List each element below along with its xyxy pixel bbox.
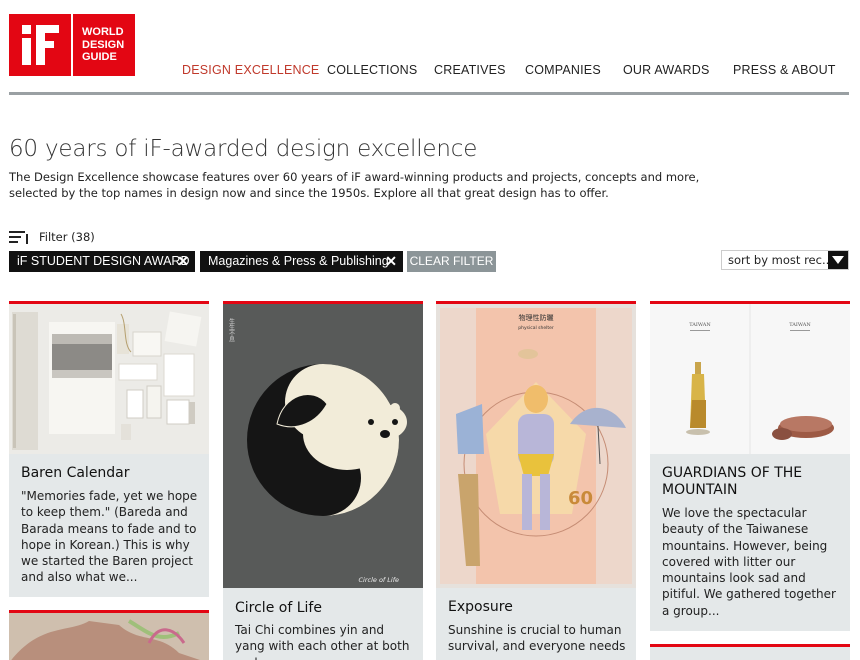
card-partial[interactable] (9, 610, 209, 660)
guardians-image: TAIWAN TAIWAN (650, 304, 850, 454)
card-image: Circle of Life 生生不息 (223, 304, 423, 588)
filter-chip-magazines-publishing[interactable]: Magazines & Press & Publishing ✕ (200, 251, 403, 272)
poster-right-label: TAIWAN (789, 322, 811, 328)
close-icon[interactable]: ✕ (177, 251, 189, 272)
logo-wordmark: WORLD DESIGN GUIDE (73, 14, 135, 76)
card-title[interactable]: Exposure (448, 599, 513, 615)
page-intro: The Design Excellence showcase features … (9, 170, 700, 200)
close-icon[interactable]: ✕ (385, 251, 397, 272)
nav-press-about[interactable]: PRESS & ABOUT (733, 63, 836, 77)
if-logo[interactable]: WORLD DESIGN GUIDE (9, 14, 135, 76)
exposure-poster: 物理性防曬 physical shelter 60 (436, 304, 636, 588)
partial-card-image (9, 613, 209, 660)
poster-left-label: TAIWAN (689, 322, 711, 328)
card-image (650, 647, 850, 660)
card-description: Tai Chi combines yin and yang with each … (235, 623, 410, 660)
header-divider (9, 92, 849, 95)
card-image (9, 613, 209, 660)
poster-vertical-text: 生生不息 (228, 317, 235, 342)
card-title[interactable]: Circle of Life (235, 600, 322, 616)
card-image (9, 304, 209, 454)
card-description: "Memories fade, yet we hope to keep them… (21, 489, 198, 585)
clear-filter-button[interactable]: CLEAR FILTER (407, 251, 496, 272)
nav-design-excellence[interactable]: DESIGN EXCELLENCE (182, 63, 319, 77)
nav-companies[interactable]: COMPANIES (525, 63, 601, 77)
card-title[interactable]: GUARDIANS OF THE MOUNTAIN (662, 465, 840, 499)
card-exposure[interactable]: 物理性防曬 physical shelter 60 Exposure Sunsh… (436, 301, 636, 660)
nav-our-awards[interactable]: OUR AWARDS (623, 63, 710, 77)
baren-calendar-image (9, 304, 209, 454)
filter-label: Filter (38) (39, 230, 95, 244)
card-description: Sunshine is crucial to human survival, a… (448, 623, 626, 660)
nav-creatives[interactable]: CREATIVES (434, 63, 506, 77)
card-circle-of-life[interactable]: Circle of Life 生生不息 Circle of Life Tai C… (223, 301, 423, 660)
page-title: 60 years of iF-awarded design excellence (9, 136, 478, 162)
sort-select[interactable]: sort by most rec... (721, 250, 849, 270)
poster-title-en: physical shelter (518, 325, 554, 331)
poster-number: 60 (568, 488, 593, 509)
nav-collections[interactable]: COLLECTIONS (327, 63, 417, 77)
poster-title-cn: 物理性防曬 (519, 313, 554, 322)
card-guardians-of-the-mountain[interactable]: TAIWAN TAIWAN GUARDIANS OF THE MOUNTAIN … (650, 301, 850, 631)
card-partial[interactable] (650, 644, 850, 660)
card-image: TAIWAN TAIWAN (650, 304, 850, 454)
card-baren-calendar[interactable]: Baren Calendar "Memories fade, yet we ho… (9, 301, 209, 597)
poster-caption: Circle of Life (358, 576, 399, 584)
chevron-down-icon[interactable] (828, 251, 848, 269)
if-logo-mark (9, 14, 71, 76)
card-description: We love the spectacular beauty of the Ta… (662, 506, 836, 618)
circle-of-life-poster: Circle of Life 生生不息 (223, 304, 423, 588)
filter-toggle[interactable]: Filter (38) (9, 228, 95, 246)
filter-sort-icon (9, 230, 31, 244)
filter-chip-student-design-award[interactable]: iF STUDENT DESIGN AWARD ✕ (9, 251, 195, 272)
card-title[interactable]: Baren Calendar (21, 465, 130, 481)
sort-value: sort by most rec... (728, 253, 833, 267)
card-image: 物理性防曬 physical shelter 60 (436, 304, 636, 588)
